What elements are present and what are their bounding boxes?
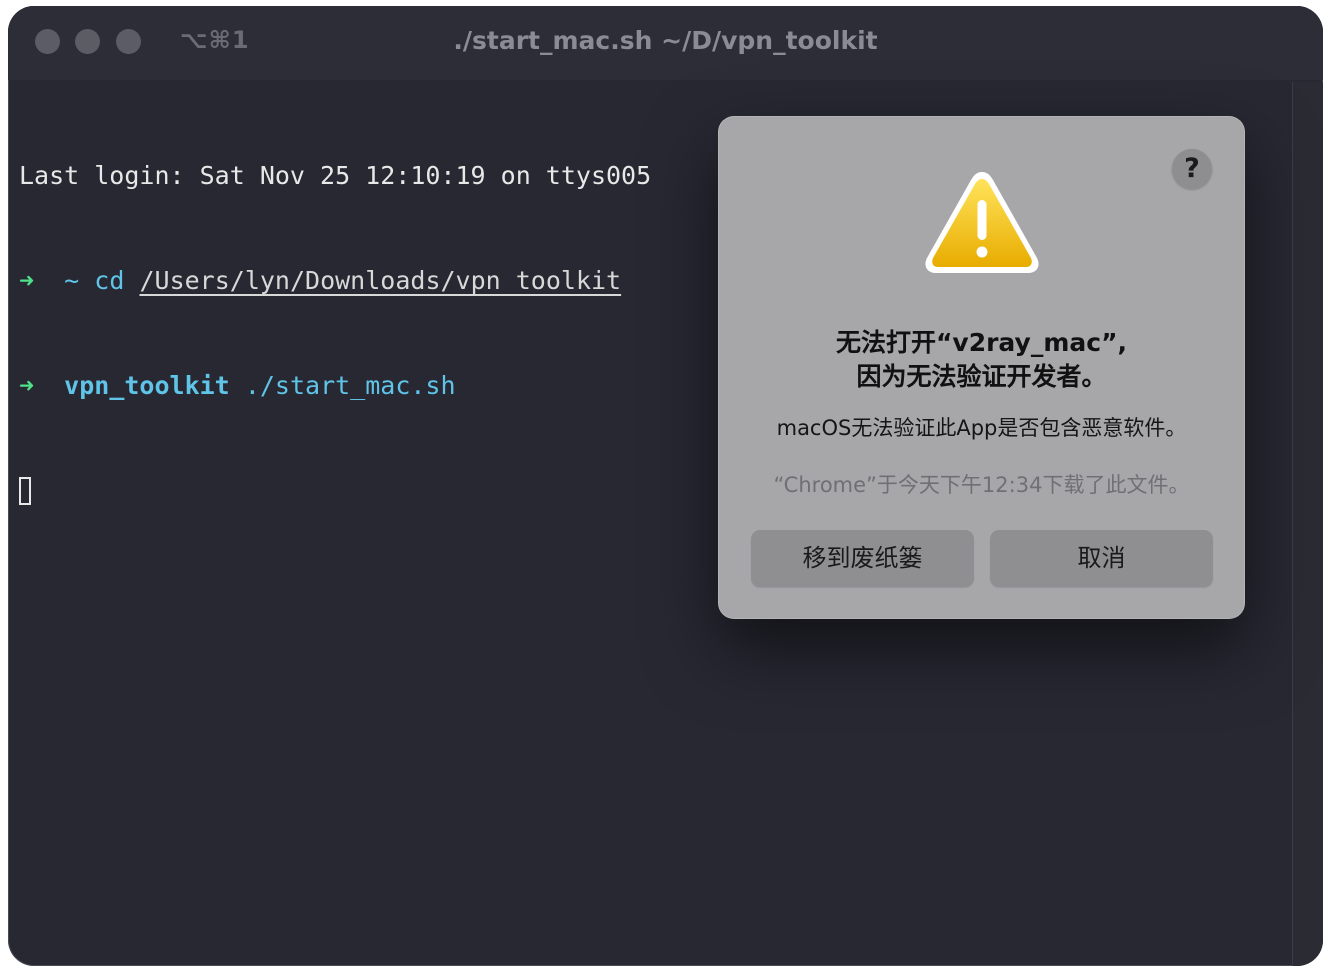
dialog-title: 无法打开“v2ray_mac”, 因为无法验证开发者。 bbox=[718, 326, 1245, 394]
window-title: ./start_mac.sh ~/D/vpn_toolkit bbox=[453, 26, 878, 55]
command-name: cd bbox=[94, 266, 125, 295]
move-to-trash-button[interactable]: 移到废纸篓 bbox=[751, 530, 974, 587]
prompt-arrow-icon: ➜ bbox=[19, 266, 35, 295]
text-cursor bbox=[19, 477, 31, 505]
prompt-directory: ~ bbox=[64, 266, 80, 295]
last-login-line: Last login: Sat Nov 25 12:10:19 on ttys0… bbox=[19, 161, 652, 190]
cursor-line bbox=[19, 473, 651, 508]
command-script: ./start_mac.sh bbox=[244, 371, 456, 400]
prompt-directory: vpn_toolkit bbox=[64, 371, 230, 400]
scrollbar[interactable] bbox=[1292, 82, 1323, 966]
terminal-output[interactable]: Last login: Sat Nov 25 12:10:19 on ttys0… bbox=[19, 88, 651, 578]
security-alert-dialog: ? 无法打开“v2ray_mac”, 因为无法验证开发者。 macOS无法验证此… bbox=[718, 116, 1245, 619]
title-bar[interactable]: ⌥⌘1 ./start_mac.sh ~/D/vpn_toolkit bbox=[8, 6, 1323, 80]
prompt-line-cd: ➜ ~ cd /Users/lyn/Downloads/vpn_toolkit bbox=[19, 263, 651, 298]
warning-icon bbox=[925, 172, 1039, 273]
prompt-line-script: ➜ vpn_toolkit ./start_mac.sh bbox=[19, 368, 651, 403]
dialog-message: macOS无法验证此App是否包含恶意软件。 bbox=[776, 416, 1187, 440]
help-button[interactable]: ? bbox=[1172, 149, 1212, 189]
cancel-button[interactable]: 取消 bbox=[990, 530, 1213, 587]
dialog-title-line1: 无法打开“v2ray_mac”, bbox=[835, 328, 1128, 357]
command-path-link[interactable]: /Users/lyn/Downloads/vpn_toolkit bbox=[139, 266, 621, 295]
dialog-title-line2: 因为无法验证开发者。 bbox=[856, 362, 1107, 391]
prompt-arrow-icon: ➜ bbox=[19, 371, 35, 400]
download-info: “Chrome”于今天下午12:34下载了此文件。 bbox=[773, 473, 1190, 497]
